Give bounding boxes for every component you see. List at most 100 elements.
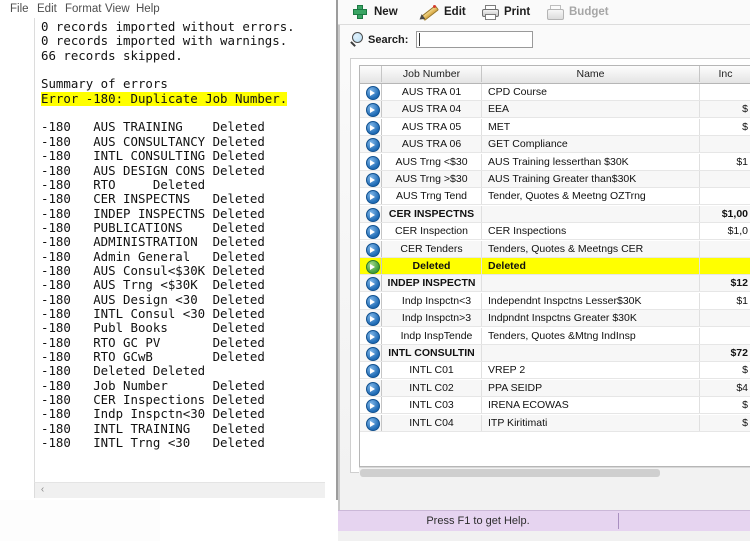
arrow-right-icon[interactable]	[366, 138, 380, 153]
table-row[interactable]: INTL CONSULTIN $72	[360, 345, 750, 362]
notepad-line: -180 Deleted Deleted	[41, 363, 206, 379]
notepad-textarea[interactable]: 0 records imported without errors. 0 reco…	[34, 18, 325, 482]
arrow-right-icon[interactable]	[366, 173, 380, 187]
row-selector-cell[interactable]	[360, 310, 382, 327]
row-selector-cell[interactable]	[360, 240, 382, 257]
grid-horizontal-scrollbar[interactable]	[359, 467, 750, 478]
menu-help[interactable]: Help	[136, 3, 160, 15]
menu-format[interactable]: Format	[65, 3, 101, 15]
table-row[interactable]: INTL C04 ITP Kiritimati $	[360, 414, 750, 432]
table-row[interactable]: Indp Inspctn>3 Indpndnt Inspctns Greater …	[360, 310, 750, 328]
menu-view[interactable]: View	[105, 3, 130, 15]
cell-inc	[700, 84, 750, 100]
row-selector-cell[interactable]	[360, 118, 382, 135]
edit-button[interactable]: Edit	[417, 2, 478, 22]
row-selector-cell[interactable]	[360, 379, 382, 396]
grid-header-row: Job Number Name Inc	[360, 66, 750, 84]
arrow-right-icon[interactable]	[366, 120, 380, 135]
arrow-right-icon[interactable]	[366, 347, 380, 361]
table-row[interactable]: AUS Trng Tend Tender, Quotes & Meetng OZT…	[360, 188, 750, 206]
table-row[interactable]: INTL C03 IRENA ECOWAS $	[360, 397, 750, 415]
table-row[interactable]: Indp InspTende Tenders, Quotes &Mtng IndI…	[360, 327, 750, 345]
cell-inc: $1,00	[700, 206, 750, 222]
arrow-right-icon[interactable]	[366, 416, 380, 431]
notepad-line: 0 records imported without errors.	[41, 19, 295, 34]
cell-job: AUS TRA 05	[382, 118, 482, 135]
table-row[interactable]: INTL C02 PPA SEIDP $4	[360, 379, 750, 397]
arrow-right-icon[interactable]	[366, 225, 380, 240]
arrow-right-icon[interactable]	[366, 86, 380, 100]
row-selector-cell[interactable]	[360, 397, 382, 414]
arrow-right-icon[interactable]	[366, 399, 380, 414]
arrow-right-icon[interactable]	[366, 312, 380, 327]
new-button[interactable]: New	[352, 2, 414, 22]
grid-column-header-name[interactable]: Name	[482, 66, 700, 82]
notepad-horizontal-scrollbar[interactable]	[34, 482, 325, 498]
arrow-right-icon[interactable]	[366, 155, 380, 170]
table-row[interactable]: Deleted Deleted	[360, 258, 750, 275]
arrow-right-icon[interactable]	[366, 207, 380, 222]
row-selector-cell[interactable]	[360, 414, 382, 431]
cell-name: GET Compliance	[482, 136, 700, 153]
application-left-edge	[338, 0, 340, 510]
row-selector-cell[interactable]	[360, 292, 382, 309]
cell-name: CER Inspections	[482, 223, 700, 240]
grid-column-header-inc[interactable]: Inc	[700, 66, 750, 82]
arrow-right-icon[interactable]	[366, 294, 380, 309]
arrow-right-icon[interactable]	[366, 329, 380, 344]
arrow-right-icon[interactable]	[366, 364, 380, 379]
scrollbar-thumb[interactable]	[360, 469, 660, 477]
table-row[interactable]: INTL C01 VREP 2 $	[360, 362, 750, 380]
cell-inc	[700, 136, 750, 152]
arrow-right-icon[interactable]	[366, 190, 380, 205]
row-selector-cell[interactable]	[360, 223, 382, 240]
menu-file[interactable]: File	[10, 3, 29, 15]
table-row[interactable]: CER Tenders Tenders, Quotes & Meetngs CER	[360, 240, 750, 258]
arrow-right-icon[interactable]	[366, 277, 380, 292]
grid-column-header-job[interactable]: Job Number	[382, 66, 482, 82]
row-selector-cell[interactable]	[360, 101, 382, 118]
cell-name	[482, 205, 700, 222]
cell-job: AUS Trng >$30	[382, 171, 482, 187]
table-row[interactable]: CER INSPECTNS $1,00	[360, 205, 750, 223]
row-selector-cell[interactable]	[360, 258, 382, 274]
notepad-line: -180 Indp Inspctn<30 Deleted	[41, 406, 265, 422]
arrow-right-icon[interactable]	[366, 242, 380, 257]
arrow-right-icon[interactable]	[366, 260, 380, 274]
table-row[interactable]: AUS TRA 06 GET Compliance	[360, 136, 750, 154]
table-row[interactable]: AUS Trng >$30 AUS Training Greater than$3…	[360, 171, 750, 188]
table-row[interactable]: AUS TRA 05 MET $	[360, 118, 750, 136]
row-selector-cell[interactable]	[360, 345, 382, 361]
table-row[interactable]: Indp Inspctn<3 Independnt Inspctns Lesser…	[360, 292, 750, 310]
cell-inc: $	[700, 415, 750, 431]
row-selector-cell[interactable]	[360, 327, 382, 344]
application-toolbar: New Edit Print Budget	[338, 0, 750, 24]
row-selector-cell[interactable]	[360, 84, 382, 100]
row-selector-cell[interactable]	[360, 153, 382, 170]
search-input[interactable]	[416, 31, 533, 48]
cell-inc	[700, 171, 750, 187]
arrow-right-icon[interactable]	[366, 103, 380, 118]
row-selector-cell[interactable]	[360, 136, 382, 153]
table-row[interactable]: AUS TRA 04 EEA $	[360, 101, 750, 119]
table-row[interactable]: INDEP INSPECTN $12	[360, 275, 750, 293]
notepad-window: File Edit Format View Help 0 records imp…	[0, 0, 338, 500]
cell-job: Indp InspTende	[382, 327, 482, 344]
notepad-line: -180 INTL Consul <30 Deleted	[41, 306, 265, 321]
jobs-grid[interactable]: Job Number Name Inc AUS TRA 01 CPD Course AU…	[359, 65, 750, 467]
print-button[interactable]: Print	[482, 2, 544, 22]
table-row[interactable]: AUS Trng <$30 AUS Training lesserthan $30…	[360, 153, 750, 171]
arrow-right-icon[interactable]	[366, 381, 380, 396]
row-selector-cell[interactable]	[360, 275, 382, 292]
table-row[interactable]: CER Inspection CER Inspections $1,0	[360, 223, 750, 241]
budget-button[interactable]: Budget	[547, 2, 627, 22]
row-selector-cell[interactable]	[360, 362, 382, 379]
row-selector-cell[interactable]	[360, 188, 382, 205]
row-selector-cell[interactable]	[360, 171, 382, 187]
scroll-left-icon[interactable]: ‹	[36, 483, 49, 496]
notepad-line: -180 AUS Design <30 Deleted	[41, 291, 265, 307]
row-selector-cell[interactable]	[360, 205, 382, 222]
table-row[interactable]: AUS TRA 01 CPD Course	[360, 84, 750, 101]
menu-edit[interactable]: Edit	[37, 3, 57, 15]
grid-column-header-sel[interactable]	[360, 66, 382, 82]
